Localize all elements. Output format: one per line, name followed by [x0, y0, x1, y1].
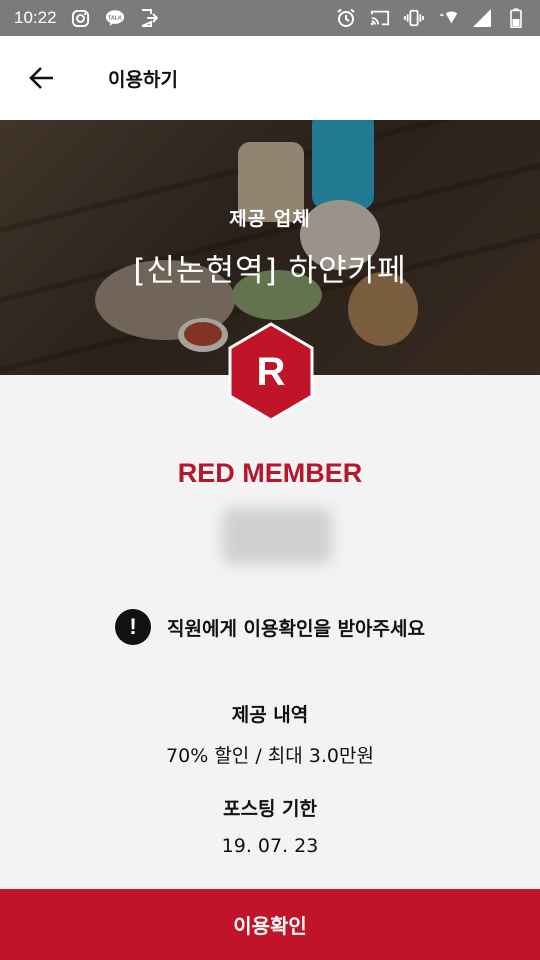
- wifi-icon: [438, 8, 458, 28]
- exclamation-icon: !: [115, 609, 152, 645]
- page-title: 이용하기: [108, 68, 178, 91]
- signal-icon: [472, 8, 492, 28]
- status-left: 10:22 TALK: [14, 8, 159, 28]
- deadline-label: 포스팅 기한: [222, 798, 317, 820]
- offer-label: 제공 내역: [231, 704, 309, 726]
- exit-icon: [139, 8, 159, 28]
- instagram-icon: [71, 8, 91, 28]
- store-name: [신논현역] 하얀카페: [133, 253, 407, 289]
- back-button[interactable]: [14, 50, 70, 106]
- member-level: RED MEMBER: [177, 458, 363, 488]
- confirm-use-button[interactable]: 이용확인: [0, 889, 540, 960]
- offer-info: 제공 내역 70% 할인 / 최대 3.0만원: [0, 700, 540, 768]
- vibrate-icon: [404, 8, 424, 28]
- status-right: [336, 8, 526, 28]
- member-badge: R: [228, 322, 314, 422]
- arrow-left-icon: [29, 67, 53, 89]
- provider-caption: 제공 업체: [229, 208, 311, 230]
- deadline-value: 19. 07. 23: [221, 835, 319, 857]
- battery-icon: [506, 8, 526, 28]
- notice-text: 직원에게 이용확인을 받아주세요: [167, 617, 425, 640]
- app-bar: 이용하기: [0, 36, 540, 120]
- status-bar: 10:22 TALK: [0, 0, 540, 36]
- badge-letter: R: [256, 349, 286, 394]
- kakaotalk-icon: TALK: [105, 8, 125, 28]
- deadline-info: 포스팅 기한 19. 07. 23: [0, 794, 540, 857]
- member-id-redacted: [222, 508, 332, 564]
- status-time: 10:22: [14, 8, 57, 27]
- alarm-icon: [336, 8, 356, 28]
- cast-icon: [370, 8, 390, 28]
- svg-text:TALK: TALK: [108, 15, 122, 21]
- offer-value: 70% 할인 / 최대 3.0만원: [166, 745, 374, 767]
- notice: ! 직원에게 이용확인을 받아주세요: [0, 609, 540, 645]
- hero-text: 제공 업체 [신논현역] 하얀카페: [0, 204, 540, 290]
